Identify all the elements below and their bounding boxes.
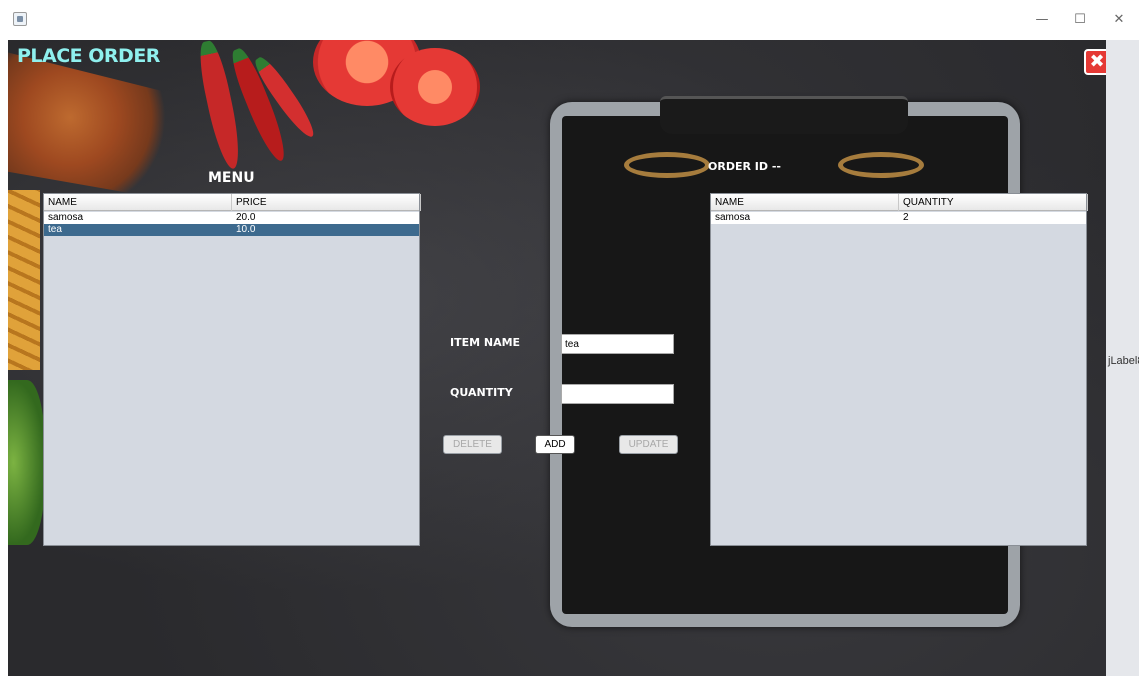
menu-heading: MENU	[208, 170, 255, 186]
delete-button[interactable]: DELETE	[443, 435, 502, 454]
java-app-icon	[13, 12, 27, 26]
column-header-name[interactable]: NAME	[44, 194, 232, 211]
menu-table[interactable]: NAME PRICE samosa 20.0 tea 10.0	[43, 193, 421, 546]
cell-name: samosa	[715, 212, 751, 223]
order-table-header: NAME QUANTITY	[711, 194, 1088, 211]
order-panel: PLACE ORDER ✖ MENU ORDER ID -- NAME PRIC…	[8, 40, 1106, 676]
column-header-name[interactable]: NAME	[711, 194, 899, 211]
minimize-button[interactable]: —	[1027, 8, 1057, 32]
quantity-label: QUANTITY	[450, 386, 513, 399]
add-button[interactable]: ADD	[535, 435, 575, 454]
maximize-button[interactable]: ☐	[1065, 8, 1095, 32]
cell-name: tea	[48, 224, 62, 235]
quantity-field[interactable]	[561, 384, 674, 404]
window-titlebar: — ☐ ✕	[0, 0, 1139, 40]
column-header-price[interactable]: PRICE	[232, 194, 421, 211]
table-row[interactable]: samosa 20.0	[44, 212, 419, 224]
cell-quantity: 2	[903, 212, 909, 223]
cell-price: 20.0	[236, 212, 256, 223]
pizza-image	[8, 50, 178, 200]
close-app-button[interactable]: ✖	[1084, 49, 1106, 75]
lettuce-image	[8, 380, 45, 545]
table-row[interactable]: samosa 2	[711, 212, 1086, 224]
tomato-image	[390, 48, 480, 126]
table-row-selected[interactable]: tea 10.0	[44, 224, 419, 236]
page-title: PLACE ORDER	[17, 45, 160, 67]
update-button[interactable]: UPDATE	[619, 435, 678, 454]
side-label: jLabel8	[1108, 355, 1139, 367]
item-name-label: ITEM NAME	[450, 336, 521, 349]
menu-table-header: NAME PRICE	[44, 194, 421, 211]
column-header-quantity[interactable]: QUANTITY	[899, 194, 1088, 211]
order-id-label: ORDER ID --	[708, 160, 781, 173]
clipboard-clip	[660, 96, 908, 134]
item-name-field[interactable]: tea	[561, 334, 674, 354]
app-window: — ☐ ✕ PLACE ORDER ✖ MENU ORDER ID -- NAM…	[0, 0, 1139, 676]
cell-price: 10.0	[236, 224, 256, 235]
cell-name: samosa	[48, 212, 84, 223]
window-close-button[interactable]: ✕	[1104, 8, 1134, 32]
order-table[interactable]: NAME QUANTITY samosa 2	[710, 193, 1088, 546]
fries-image	[8, 190, 40, 370]
